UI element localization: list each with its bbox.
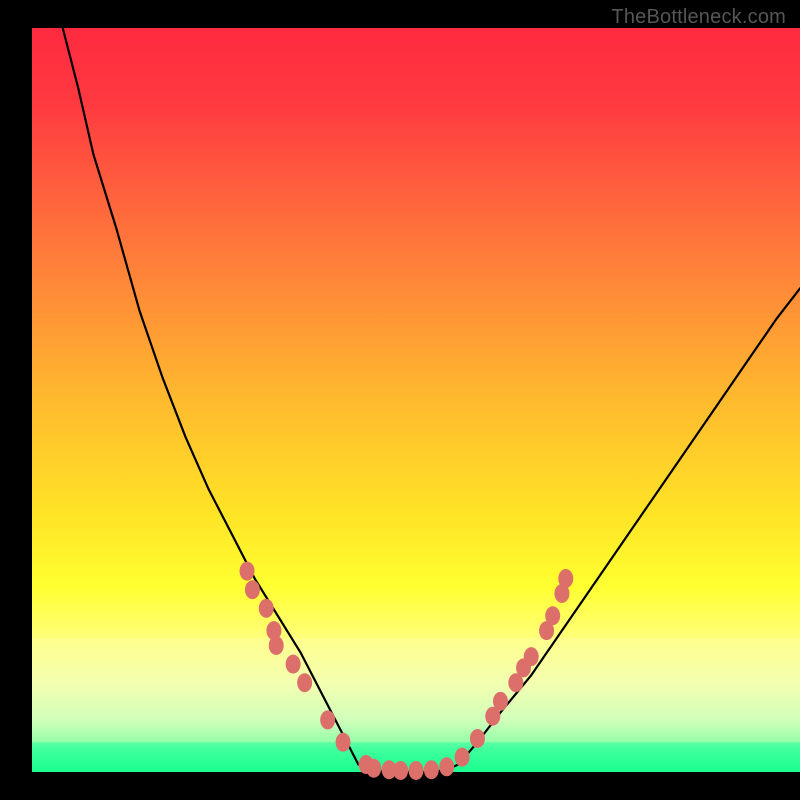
marker-point (493, 692, 508, 711)
marker-point (259, 599, 274, 618)
marker-point (297, 673, 312, 692)
marker-point (455, 748, 470, 767)
marker-point (524, 647, 539, 666)
marker-point (393, 761, 408, 780)
marker-point (558, 569, 573, 588)
marker-point (545, 606, 560, 625)
marker-point (409, 761, 424, 780)
marker-point (269, 636, 284, 655)
watermark-label: TheBottleneck.com (611, 6, 786, 29)
marker-point (320, 710, 335, 729)
marker-point (439, 757, 454, 776)
marker-point (240, 562, 255, 581)
chart-stage: TheBottleneck.com (0, 0, 800, 800)
pale-band (32, 638, 800, 742)
marker-point (286, 655, 301, 674)
marker-point (245, 580, 260, 599)
marker-point (470, 729, 485, 748)
marker-point (336, 733, 351, 752)
marker-point (366, 759, 381, 778)
marker-point (424, 760, 439, 779)
chart-svg (0, 0, 800, 800)
